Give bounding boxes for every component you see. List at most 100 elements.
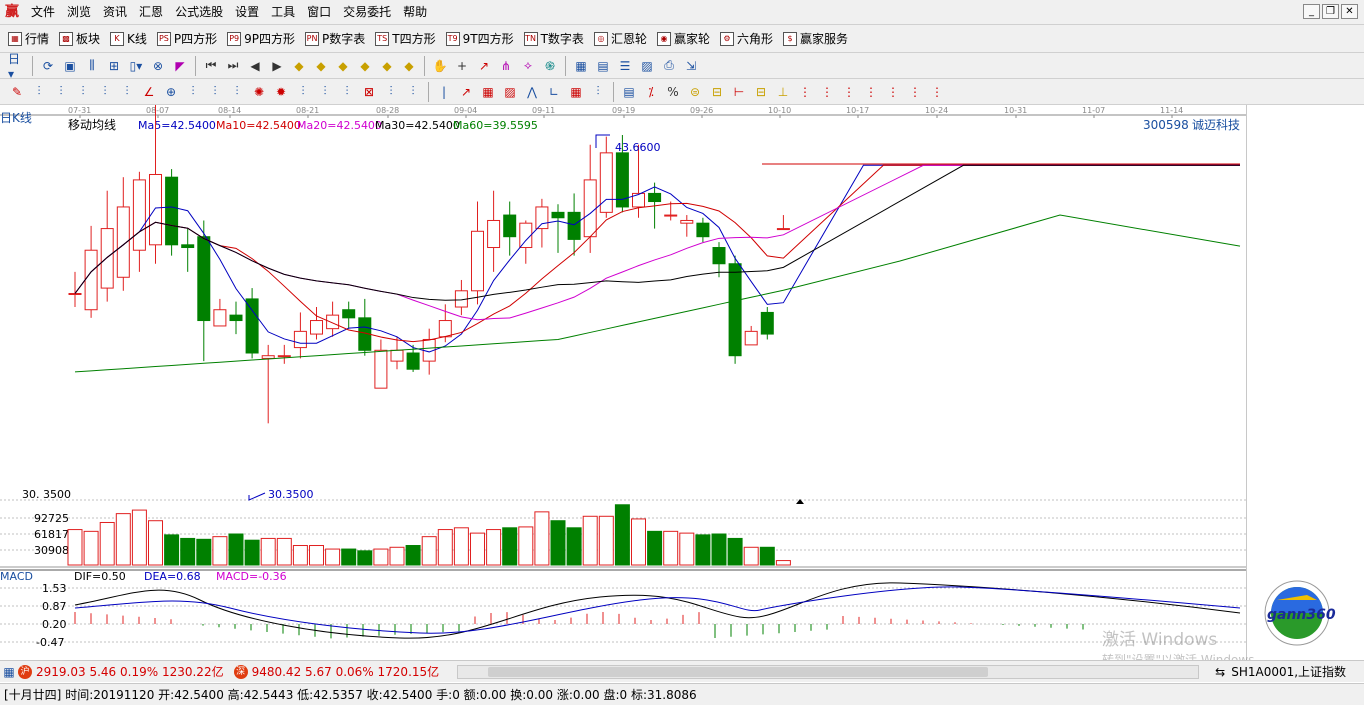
indicator-icon[interactable]: ▯▾ (127, 57, 145, 75)
tool-icon-18[interactable]: ⫶ (382, 83, 400, 101)
diamond-icon-1[interactable]: ◆ (290, 57, 308, 75)
toolbar-huien-wheel-button[interactable]: ◎ 汇恩轮 (590, 30, 653, 47)
box-icon[interactable]: ⊠ (360, 83, 378, 101)
export-icon[interactable]: ⇲ (682, 57, 700, 75)
spiral-icon[interactable]: ֍ (541, 57, 559, 75)
tool-icon-33[interactable]: ⊟ (708, 83, 726, 101)
toolbar-kline-button[interactable]: K K线 (106, 30, 153, 47)
hand-icon[interactable]: ✋ (431, 57, 449, 75)
fork-icon[interactable]: ⋀ (523, 83, 541, 101)
tool-icon-9[interactable]: ⫶ (184, 83, 202, 101)
period-menu-icon[interactable]: 日▾ (8, 52, 26, 81)
tool-icon-43[interactable]: ⋮ (928, 83, 946, 101)
toolbar-yingjia-wheel-button[interactable]: ◉ 赢家轮 (653, 30, 716, 47)
list-icon[interactable]: ☰ (616, 57, 634, 75)
close-icon[interactable]: ✕ (1341, 4, 1358, 19)
star-icon[interactable]: ✹ (272, 83, 290, 101)
menu-news[interactable]: 资讯 (97, 0, 133, 25)
sh-index[interactable]: 沪 2919.03 5.46 0.19% 1230.22亿 (18, 663, 224, 680)
tool-icon-11[interactable]: ⫶ (228, 83, 246, 101)
circle-grid-icon[interactable]: ⊕ (162, 83, 180, 101)
table-icon[interactable]: ▤ (620, 83, 638, 101)
tool-icon-41[interactable]: ⋮ (884, 83, 902, 101)
tool-icon-5[interactable]: ⫶ (96, 83, 114, 101)
diamond-icon-4[interactable]: ◆ (356, 57, 374, 75)
gann-icon[interactable]: ⋔ (497, 57, 515, 75)
grid2-icon[interactable]: ▦ (567, 83, 585, 101)
scroll-thumb[interactable] (488, 666, 989, 677)
fan-icon[interactable]: ⟡ (519, 57, 537, 75)
tool-icon-2[interactable]: ⫶ (30, 83, 48, 101)
flag-icon[interactable]: ◤ (171, 57, 189, 75)
ray-icon[interactable]: ↗ (457, 83, 475, 101)
menu-help[interactable]: 帮助 (397, 0, 433, 25)
minimize-icon[interactable]: _ (1303, 4, 1320, 19)
hatch-icon[interactable]: ▨ (501, 83, 519, 101)
menu-browse[interactable]: 浏览 (61, 0, 97, 25)
percent-icon[interactable]: % (664, 83, 682, 101)
menu-formula[interactable]: 公式选股 (169, 0, 229, 25)
prev-icon[interactable]: ◀ (246, 57, 264, 75)
tool-icon-16[interactable]: ⫶ (338, 83, 356, 101)
vline-icon[interactable]: | (435, 83, 453, 101)
diamond-icon-2[interactable]: ◆ (312, 57, 330, 75)
calc-icon[interactable]: ▤ (594, 57, 612, 75)
circle-icon[interactable]: ⊜ (686, 83, 704, 101)
square-grid-icon[interactable]: ▦ (479, 83, 497, 101)
tool-icon-35[interactable]: ⊟ (752, 83, 770, 101)
menu-tools[interactable]: 工具 (265, 0, 301, 25)
tool-icon-28[interactable]: ⫶ (589, 83, 607, 101)
toolbar-t-square-button[interactable]: TS T四方形 (371, 30, 441, 47)
pen-icon[interactable]: ✎ (8, 83, 26, 101)
menu-window[interactable]: 窗口 (301, 0, 337, 25)
first-icon[interactable]: ⏮ (202, 57, 220, 75)
index-name[interactable]: SH1A0001,上证指数 (1231, 663, 1346, 680)
tool-icon-42[interactable]: ⋮ (906, 83, 924, 101)
toolbar-hexagon-button[interactable]: ⚙ 六角形 (716, 30, 779, 47)
diamond-icon-6[interactable]: ◆ (400, 57, 418, 75)
tool-icon-19[interactable]: ⫶ (404, 83, 422, 101)
tool-icon-15[interactable]: ⫶ (316, 83, 334, 101)
restore-icon[interactable]: ❐ (1322, 4, 1339, 19)
next-icon[interactable]: ▶ (268, 57, 286, 75)
diamond-icon-3[interactable]: ◆ (334, 57, 352, 75)
tool-icon-36[interactable]: ⊥ (774, 83, 792, 101)
menu-huien[interactable]: 汇恩 (133, 0, 169, 25)
candle-icon[interactable]: ⊞ (105, 57, 123, 75)
percent-slash-icon[interactable]: ⁒ (642, 83, 660, 101)
calendar-icon[interactable]: ▦ (572, 57, 590, 75)
tool-icon-40[interactable]: ⋮ (862, 83, 880, 101)
tool-icon-34[interactable]: ⊢ (730, 83, 748, 101)
kline-chart[interactable]: 07-31 08-07 08-14 08-21 08-28 09-04 09-11 09-19… (0, 105, 1364, 660)
tool-icon-3[interactable]: ⫶ (52, 83, 70, 101)
toolbar-t-number-button[interactable]: TN T数字表 (520, 30, 590, 47)
tool-icon-39[interactable]: ⋮ (840, 83, 858, 101)
tool-icon-6[interactable]: ⫶ (118, 83, 136, 101)
angle2-icon[interactable]: ∟ (545, 83, 563, 101)
line-tool-icon[interactable]: ↗ (475, 57, 493, 75)
sz-index[interactable]: 深 9480.42 5.67 0.06% 1720.15亿 (233, 663, 439, 680)
toolbar-grid-button[interactable]: ▦ 行情 (4, 30, 55, 47)
tool-icon-37[interactable]: ⋮ (796, 83, 814, 101)
grid-status-icon[interactable]: ▦ (2, 663, 16, 681)
crosshair-icon[interactable]: + (453, 57, 471, 75)
tool-icon-4[interactable]: ⫶ (74, 83, 92, 101)
toolbar-blocks-button[interactable]: ▩ 板块 (55, 30, 106, 47)
toolbar-9p-square-button[interactable]: P9 9P四方形 (223, 30, 301, 47)
save-icon[interactable]: ▨ (638, 57, 656, 75)
compass-icon[interactable]: ✺ (250, 83, 268, 101)
print-icon[interactable]: ⎙ (660, 57, 678, 75)
tool-icon-38[interactable]: ⋮ (818, 83, 836, 101)
note-icon[interactable]: ▣ (61, 57, 79, 75)
horizontal-scrollbar[interactable] (457, 664, 1200, 679)
diamond-icon-5[interactable]: ◆ (378, 57, 396, 75)
toolbar-p-number-button[interactable]: PN P数字表 (301, 30, 371, 47)
bar-chart-icon[interactable]: ⫼ (83, 57, 101, 75)
menu-settings[interactable]: 设置 (229, 0, 265, 25)
toolbar-p-square-button[interactable]: PS P四方形 (153, 30, 223, 47)
refresh-icon[interactable]: ⟳ (39, 57, 57, 75)
angle-icon[interactable]: ∠ (140, 83, 158, 101)
last-icon[interactable]: ⏭ (224, 57, 242, 75)
menu-file[interactable]: 文件 (25, 0, 61, 25)
tool-icon-10[interactable]: ⫶ (206, 83, 224, 101)
